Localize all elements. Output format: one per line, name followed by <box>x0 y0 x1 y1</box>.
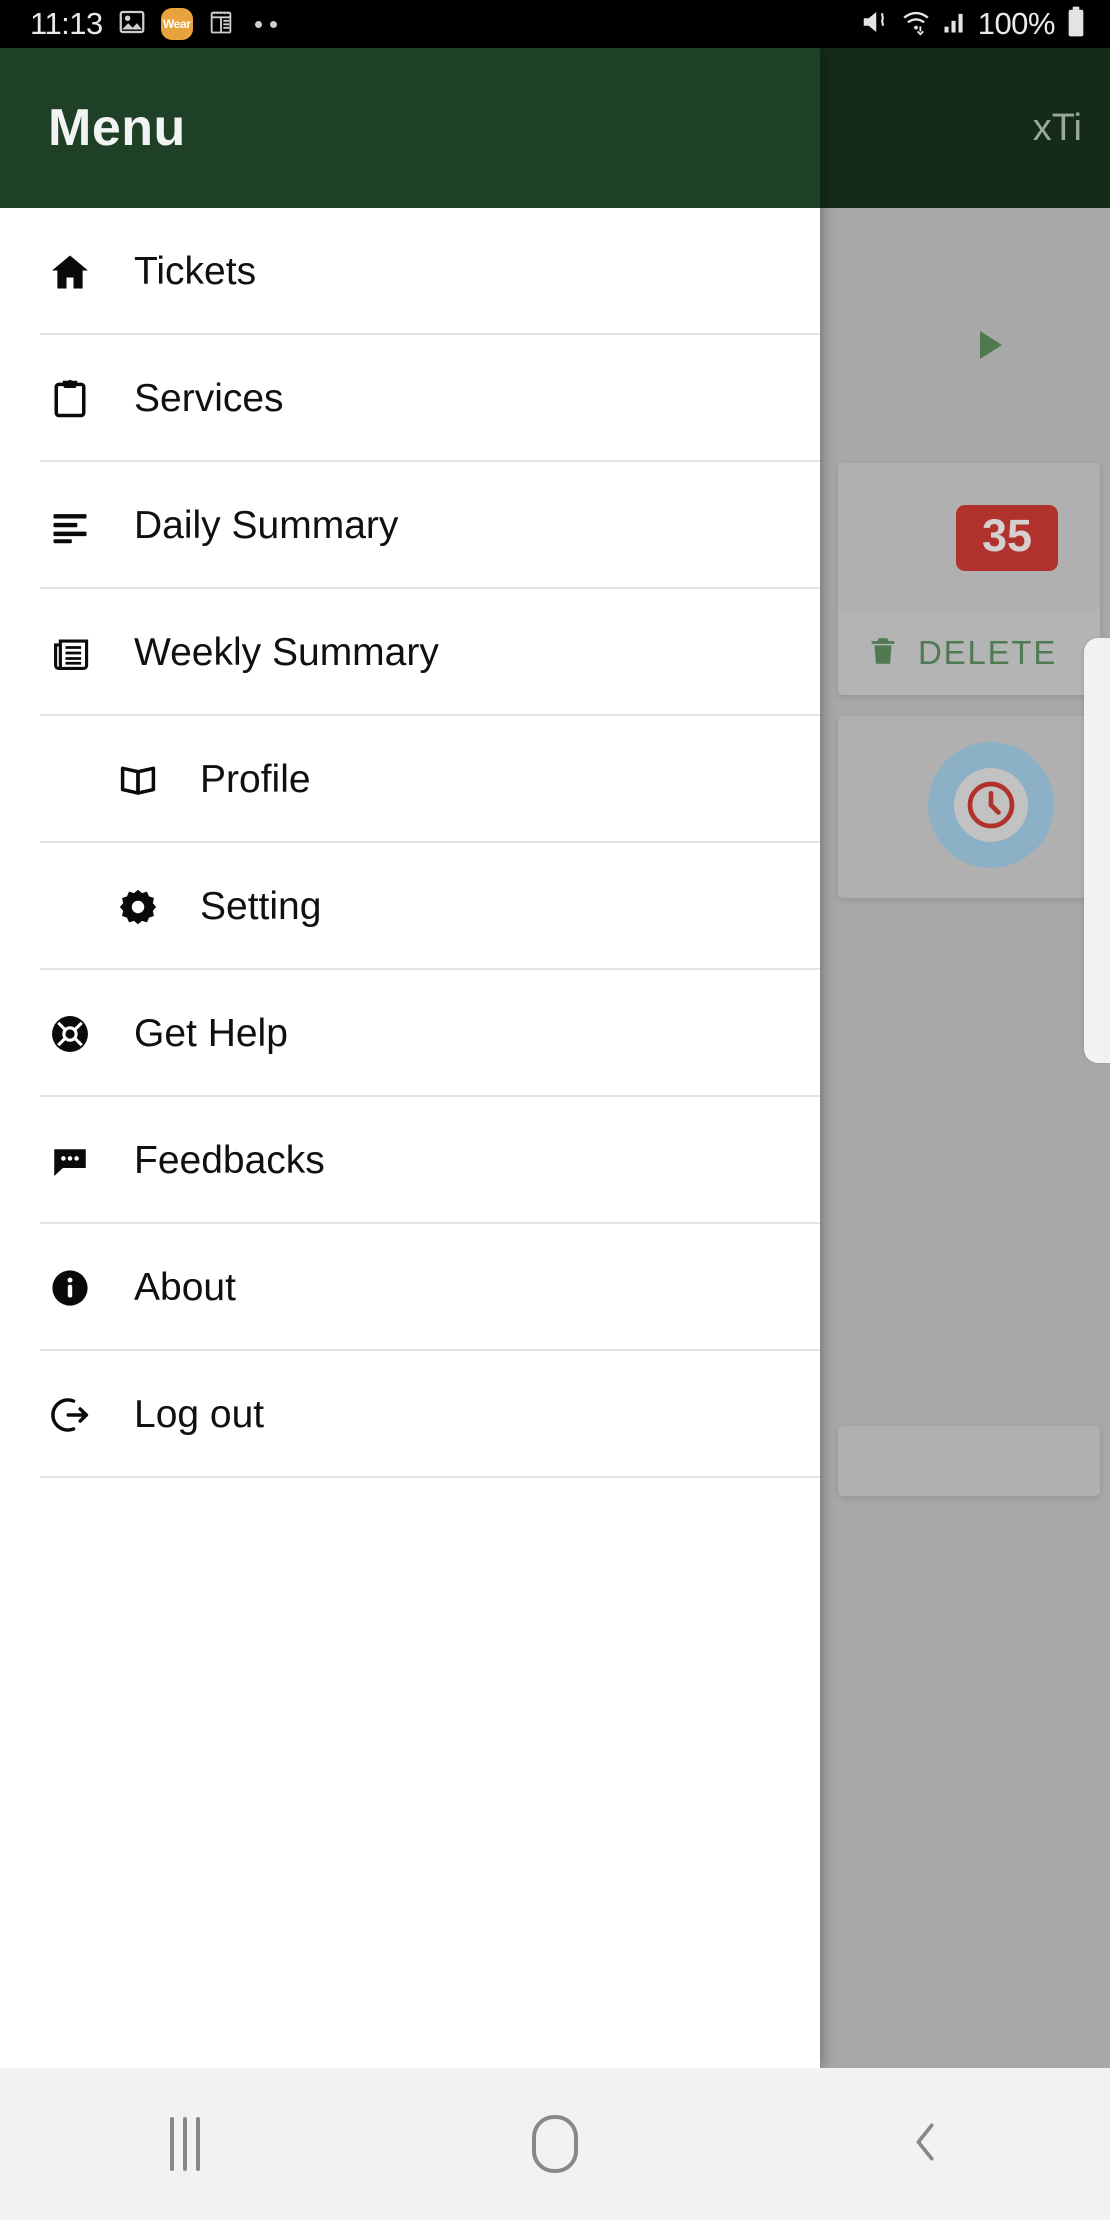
menu-item-label: About <box>134 1265 236 1309</box>
wear-badge: Wear <box>160 8 193 40</box>
navigation-drawer[interactable]: Menu Tickets Services Daily Summary Week… <box>0 48 820 2068</box>
menu-item-label: Log out <box>134 1392 265 1436</box>
android-navigation-bar <box>0 2068 1110 2220</box>
background-card-three[interactable] <box>838 1426 1100 1496</box>
chat-icon <box>48 1139 96 1183</box>
battery-icon <box>1064 6 1088 43</box>
newspaper-icon <box>48 631 96 675</box>
gear-icon <box>116 885 164 929</box>
home-icon <box>532 2115 578 2173</box>
recents-button[interactable] <box>0 2068 370 2220</box>
menu-item-label: Daily Summary <box>134 503 399 547</box>
drawer-title: Menu <box>48 99 186 157</box>
signal-icon <box>941 7 969 42</box>
back-button[interactable] <box>740 2068 1110 2220</box>
menu-item-label: Get Help <box>134 1011 288 1055</box>
back-icon <box>905 2114 945 2175</box>
menu-item-label: Feedbacks <box>134 1138 325 1182</box>
info-icon <box>48 1266 96 1310</box>
play-triangle-icon[interactable] <box>980 331 1002 359</box>
menu-item-label: Services <box>134 376 284 420</box>
book-icon <box>116 758 164 802</box>
home-icon <box>48 250 96 294</box>
recents-icon <box>170 2117 200 2171</box>
menu-item-feedbacks[interactable]: Feedbacks <box>0 1097 820 1224</box>
drawer-header: Menu <box>0 48 820 208</box>
menu-item-log-out[interactable]: Log out <box>0 1351 820 1478</box>
menu-item-about[interactable]: About <box>0 1224 820 1351</box>
menu-item-daily-summary[interactable]: Daily Summary <box>0 462 820 589</box>
background-card-one[interactable]: 35 DELETE <box>838 463 1100 695</box>
wifi-icon <box>900 7 932 42</box>
notes-icon <box>207 7 235 42</box>
drawer-menu-list[interactable]: Tickets Services Daily Summary Weekly Su… <box>0 208 820 1478</box>
menu-item-profile[interactable]: Profile <box>0 716 820 843</box>
background-card-two[interactable] <box>838 716 1100 898</box>
status-bar-left: 11:13 Wear <box>30 6 277 42</box>
trash-icon <box>866 632 900 675</box>
scrollbar-thumb[interactable] <box>1084 638 1110 1063</box>
logout-icon <box>48 1393 96 1437</box>
status-ring <box>928 742 1054 868</box>
status-bar-right: 100% <box>859 6 1088 43</box>
menu-item-tickets[interactable]: Tickets <box>0 208 820 335</box>
list-icon <box>48 504 96 548</box>
menu-item-weekly-summary[interactable]: Weekly Summary <box>0 589 820 716</box>
status-bar: 11:13 Wear 100% <box>0 0 1110 48</box>
lifebuoy-icon <box>48 1012 96 1056</box>
delete-label: DELETE <box>918 634 1058 671</box>
status-ring-inner <box>954 768 1028 842</box>
menu-item-label: Profile <box>200 757 311 801</box>
home-button[interactable] <box>370 2068 740 2220</box>
menu-item-setting[interactable]: Setting <box>0 843 820 970</box>
battery-percent-label: 100% <box>977 6 1056 41</box>
menu-item-label: Setting <box>200 884 322 928</box>
overflow-dots-icon <box>254 20 277 28</box>
menu-item-get-help[interactable]: Get Help <box>0 970 820 1097</box>
menu-item-label: Tickets <box>134 249 257 293</box>
vibrate-icon <box>859 7 891 42</box>
photos-icon <box>117 7 147 42</box>
background-app-title: xTi <box>1032 106 1082 149</box>
menu-item-services[interactable]: Services <box>0 335 820 462</box>
count-badge: 35 <box>955 505 1058 571</box>
menu-item-label: Weekly Summary <box>134 630 439 674</box>
card-actions-row[interactable]: DELETE <box>838 611 1100 695</box>
status-clock: 11:13 <box>30 6 103 41</box>
clipboard-icon <box>48 377 96 421</box>
clock-icon <box>967 781 1015 829</box>
